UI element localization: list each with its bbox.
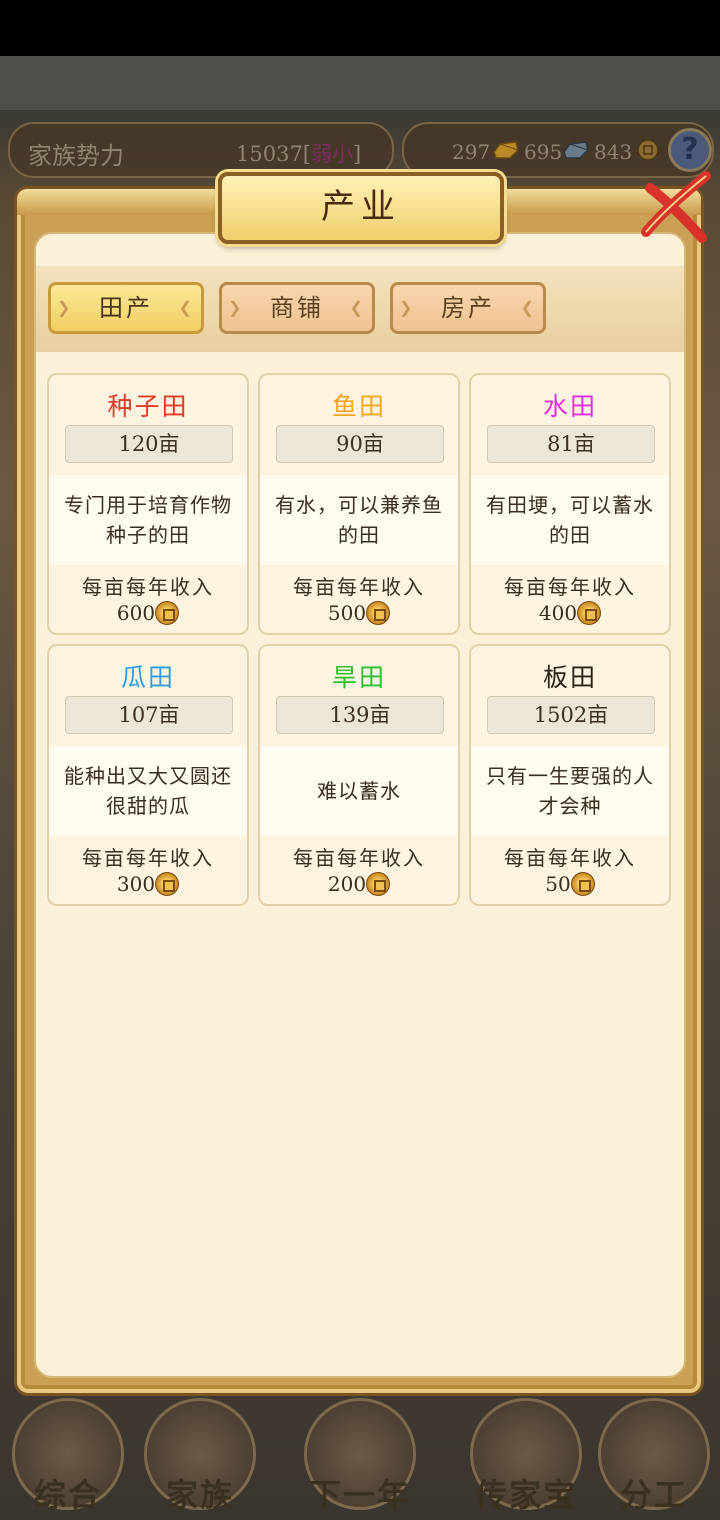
tab-farmland-label: 田产 bbox=[99, 294, 153, 322]
field-size: 90亩 bbox=[276, 425, 444, 463]
field-card-seed[interactable]: 种子田 120亩 专门用于培育作物种子的田 每亩每年收入 600 bbox=[47, 373, 249, 635]
field-size: 120亩 bbox=[65, 425, 233, 463]
field-income: 300 bbox=[49, 872, 247, 896]
field-description: 难以蓄水 bbox=[260, 746, 458, 836]
income-label: 每亩每年收入 bbox=[293, 846, 425, 870]
nav-general[interactable]: 综合 bbox=[4, 1392, 132, 1520]
family-power-panel[interactable]: 家族势力 15037[弱小] bbox=[8, 122, 394, 178]
nav-family-label: 家族 bbox=[165, 1476, 234, 1514]
nav-division[interactable]: 分工 bbox=[590, 1392, 718, 1520]
field-name: 板田 bbox=[542, 663, 597, 692]
nav-heirloom[interactable]: 传家宝 bbox=[462, 1392, 590, 1520]
chevron-right-icon: ❯ bbox=[399, 298, 416, 317]
tab-shops-label: 商铺 bbox=[270, 294, 324, 322]
income-label: 每亩每年收入 bbox=[82, 846, 214, 870]
field-card-dry[interactable]: 旱田 139亩 难以蓄水 每亩每年收入 200 bbox=[258, 644, 460, 906]
coin-icon bbox=[155, 872, 180, 896]
field-name: 瓜田 bbox=[120, 663, 175, 692]
nav-division-label: 分工 bbox=[619, 1476, 688, 1514]
field-description: 只有一生要强的人才会种 bbox=[471, 746, 669, 836]
chevron-left-icon: ❮ bbox=[349, 298, 366, 317]
field-income: 400 bbox=[471, 601, 669, 625]
coin-icon bbox=[366, 872, 391, 896]
field-income: 500 bbox=[260, 601, 458, 625]
income-label: 每亩每年收入 bbox=[504, 575, 636, 599]
coin-icon bbox=[570, 872, 595, 896]
field-card-paddy[interactable]: 水田 81亩 有田埂，可以蓄水的田 每亩每年收入 400 bbox=[469, 373, 671, 635]
gold-count: 297 bbox=[452, 140, 491, 164]
silver-count: 695 bbox=[524, 140, 563, 164]
dialog-title: 产业 bbox=[218, 172, 504, 244]
field-name: 旱田 bbox=[331, 663, 386, 692]
field-name: 鱼田 bbox=[331, 392, 386, 421]
field-name: 种子田 bbox=[107, 392, 189, 421]
field-income: 50 bbox=[471, 872, 669, 896]
status-bar bbox=[0, 0, 720, 56]
income-label: 每亩每年收入 bbox=[82, 575, 214, 599]
field-income: 200 bbox=[260, 872, 458, 896]
tab-real-estate-label: 房产 bbox=[441, 294, 495, 322]
chevron-left-icon: ❮ bbox=[520, 298, 537, 317]
family-power-label: 家族势力 bbox=[28, 142, 124, 170]
chevron-right-icon: ❯ bbox=[228, 298, 245, 317]
gold-ingot-icon bbox=[493, 141, 519, 159]
field-card-fish[interactable]: 鱼田 90亩 有水，可以兼养鱼的田 每亩每年收入 500 bbox=[258, 373, 460, 635]
tab-real-estate[interactable]: ❯ 房产 ❮ bbox=[390, 282, 546, 334]
field-income: 600 bbox=[49, 601, 247, 625]
field-description: 能种出又大又圆还很甜的瓜 bbox=[49, 746, 247, 836]
close-icon[interactable] bbox=[636, 168, 716, 246]
nav-general-label: 综合 bbox=[33, 1476, 102, 1514]
tab-shops[interactable]: ❯ 商铺 ❮ bbox=[219, 282, 375, 334]
field-size: 139亩 bbox=[276, 696, 444, 734]
income-label: 每亩每年收入 bbox=[504, 846, 636, 870]
field-size: 107亩 bbox=[65, 696, 233, 734]
nav-next-year[interactable]: 下一年 bbox=[296, 1392, 424, 1520]
nav-family[interactable]: 家族 bbox=[136, 1392, 264, 1520]
bottom-nav: 综合 家族 下一年 传家宝 分工 bbox=[0, 1392, 720, 1520]
field-description: 专门用于培育作物种子的田 bbox=[49, 475, 247, 565]
field-name: 水田 bbox=[542, 392, 597, 421]
nav-next-year-label: 下一年 bbox=[308, 1476, 411, 1514]
tab-farmland[interactable]: ❯ 田产 ❮ bbox=[48, 282, 204, 334]
coin-icon bbox=[637, 139, 659, 161]
income-label: 每亩每年收入 bbox=[293, 575, 425, 599]
field-size: 81亩 bbox=[487, 425, 655, 463]
coin-icon bbox=[366, 601, 391, 625]
field-card-board[interactable]: 板田 1502亩 只有一生要强的人才会种 每亩每年收入 50 bbox=[469, 644, 671, 906]
field-description: 有田埂，可以蓄水的田 bbox=[471, 475, 669, 565]
chevron-left-icon: ❮ bbox=[178, 298, 195, 317]
coin-icon bbox=[577, 601, 602, 625]
field-card-melon[interactable]: 瓜田 107亩 能种出又大又圆还很甜的瓜 每亩每年收入 300 bbox=[47, 644, 249, 906]
field-description: 有水，可以兼养鱼的田 bbox=[260, 475, 458, 565]
coin-count: 843 bbox=[594, 140, 633, 164]
coin-icon bbox=[155, 601, 180, 625]
chevron-right-icon: ❯ bbox=[57, 298, 74, 317]
family-power-value: 15037[弱小] bbox=[236, 142, 362, 166]
nav-heirloom-label: 传家宝 bbox=[474, 1476, 577, 1514]
top-band bbox=[0, 56, 720, 110]
help-button[interactable]: ? bbox=[668, 128, 712, 172]
silver-ingot-icon bbox=[563, 141, 589, 159]
field-size: 1502亩 bbox=[487, 696, 655, 734]
